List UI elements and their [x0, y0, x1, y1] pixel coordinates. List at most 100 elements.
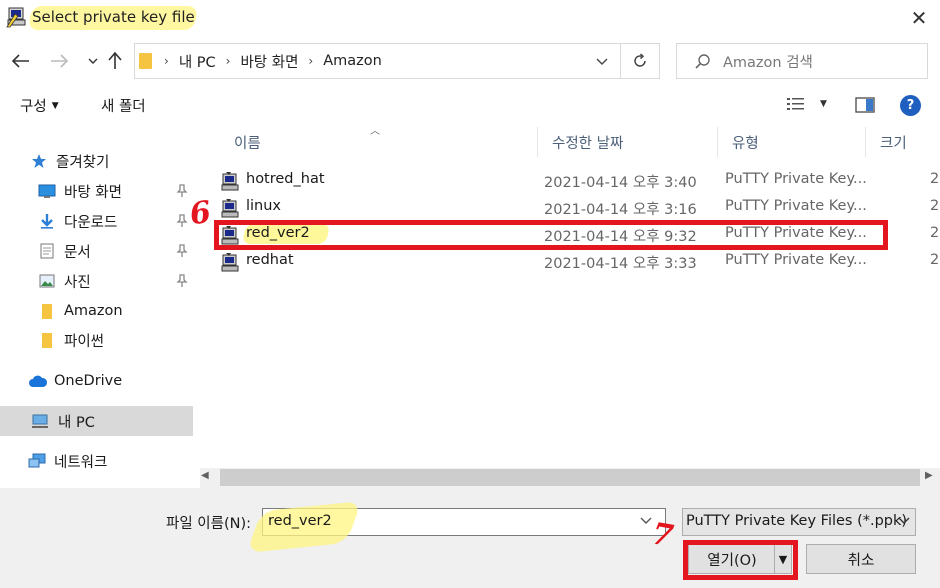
back-button[interactable] [8, 47, 34, 75]
breadcrumb-item[interactable]: Amazon [323, 53, 382, 69]
file-size: 2 [930, 171, 940, 187]
close-button[interactable]: ✕ [904, 4, 934, 32]
sidebar-item-quick-access[interactable]: 즐겨찾기 [0, 146, 193, 176]
file-size: 2 [930, 225, 940, 241]
new-folder-button[interactable]: 새 폴더 [101, 95, 146, 116]
putty-key-file-icon [221, 199, 239, 218]
folder-icon [139, 53, 152, 69]
details-view-icon [787, 98, 804, 110]
annotation-box-open-button [683, 540, 798, 580]
file-type: PuTTY Private Key... [725, 252, 867, 268]
document-icon [38, 243, 56, 259]
organize-menu-button[interactable]: 구성 ▼ [20, 95, 59, 116]
navigation-pane: 즐겨찾기 바탕 화면 다운로드 문서 사진 Amazon 파이썬 OneDriv… [0, 126, 193, 471]
sidebar-item-label: 사진 [64, 274, 91, 291]
pin-icon [176, 184, 188, 197]
up-folder-button[interactable] [102, 47, 128, 75]
sidebar-item-onedrive[interactable]: OneDrive [0, 366, 193, 396]
file-row[interactable]: redhat 2021-04-14 오후 3:33 PuTTY Private … [218, 248, 940, 275]
sidebar-item-label: 내 PC [58, 414, 95, 431]
sidebar-item-pictures[interactable]: 사진 [0, 266, 193, 296]
filename-history-dropdown[interactable] [640, 514, 652, 527]
window-title: Select private key file [32, 8, 195, 26]
network-icon [28, 453, 46, 469]
column-header-name[interactable]: 이름 [220, 127, 538, 157]
sidebar-item-label: 문서 [64, 244, 91, 261]
file-type-filter-dropdown[interactable] [898, 514, 910, 527]
address-bar[interactable]: › 내 PC › 바탕 화면 › Amazon [134, 43, 620, 79]
putty-key-file-icon [221, 172, 239, 191]
putty-key-file-icon [221, 253, 239, 272]
help-button[interactable]: ? [900, 95, 921, 116]
file-size: 2 [930, 252, 940, 268]
sidebar-item-documents[interactable]: 문서 [0, 236, 193, 266]
pin-icon [176, 274, 188, 287]
computer-icon [32, 413, 50, 429]
sidebar-item-downloads[interactable]: 다운로드 [0, 206, 193, 236]
file-row[interactable]: linux 2021-04-14 오후 3:16 PuTTY Private K… [218, 194, 940, 221]
sidebar-item-desktop[interactable]: 바탕 화면 [0, 176, 193, 206]
sidebar-item-label: 바탕 화면 [64, 184, 122, 201]
caret-down-icon: ▼ [51, 100, 59, 111]
star-icon [30, 153, 48, 169]
breadcrumb-item[interactable]: 바탕 화면 [240, 51, 298, 72]
folder-icon [38, 332, 56, 348]
sidebar-item-label: OneDrive [54, 373, 123, 389]
sidebar-item-label: 파이썬 [64, 333, 105, 350]
chevron-down-icon [88, 58, 98, 64]
refresh-button[interactable] [620, 43, 660, 79]
search-input[interactable]: Amazon 검색 [723, 51, 813, 72]
sidebar-item-label: 다운로드 [64, 214, 118, 231]
chevron-down-icon [596, 58, 608, 65]
file-name: hotred_hat [246, 171, 325, 187]
scrollbar-thumb[interactable] [220, 469, 920, 486]
folder-icon [38, 303, 56, 319]
cloud-icon [28, 373, 48, 389]
arrow-left-icon [12, 54, 29, 68]
dialog-footer [0, 488, 940, 588]
file-type: PuTTY Private Key... [725, 171, 867, 187]
column-header-modified[interactable]: 수정한 날짜 [538, 127, 718, 157]
sidebar-item-label: Amazon [64, 303, 123, 319]
column-header-size[interactable]: 크기 [866, 127, 940, 157]
file-row[interactable]: hotred_hat 2021-04-14 오후 3:40 PuTTY Priv… [218, 167, 940, 194]
sidebar-item-python[interactable]: 파이썬 [0, 325, 193, 355]
sidebar-item-amazon[interactable]: Amazon [0, 296, 193, 326]
arrow-right-icon [51, 54, 68, 68]
sidebar-item-network[interactable]: 네트워크 [0, 446, 193, 476]
pin-icon [176, 214, 188, 227]
pin-icon [176, 244, 188, 257]
file-type-filter-value: PuTTY Private Key Files (*.ppk) [686, 513, 908, 529]
refresh-icon [634, 53, 646, 67]
sidebar-item-label: 즐겨찾기 [56, 154, 110, 171]
address-dropdown-button[interactable] [584, 43, 620, 79]
preview-pane-icon [855, 97, 875, 113]
file-modified: 2021-04-14 오후 3:33 [544, 256, 697, 272]
desktop-icon [38, 183, 56, 199]
sidebar-item-this-pc[interactable]: 내 PC [0, 406, 193, 436]
arrow-up-icon [108, 52, 122, 69]
annotation-box-selected-file [214, 220, 888, 250]
file-name: linux [246, 198, 282, 214]
scroll-left-icon[interactable]: ◀ [201, 470, 209, 481]
file-size: 2 [930, 198, 940, 214]
filename-input-value: red_ver2 [268, 513, 332, 529]
cancel-button[interactable]: 취소 [806, 544, 916, 574]
file-modified: 2021-04-14 오후 3:16 [544, 202, 697, 218]
change-view-button[interactable]: ▼ [786, 96, 827, 112]
caret-down-icon: ▼ [820, 99, 827, 109]
chevron-down-icon [898, 517, 910, 524]
forward-button[interactable] [46, 47, 72, 75]
file-name: redhat [246, 252, 294, 268]
filename-label: 파일 이름(N): [166, 516, 252, 532]
column-header-type[interactable]: 유형 [718, 127, 866, 157]
breadcrumb-chevron-icon: › [164, 54, 169, 68]
pictures-icon [38, 273, 56, 289]
breadcrumb-item[interactable]: 내 PC [179, 51, 216, 72]
breadcrumb-chevron-icon: › [225, 54, 231, 68]
preview-pane-button[interactable] [855, 97, 875, 117]
download-icon [38, 213, 56, 229]
search-box[interactable]: Amazon 검색 [676, 43, 928, 79]
scroll-right-icon[interactable]: ▶ [925, 470, 933, 481]
file-type: PuTTY Private Key... [725, 198, 867, 214]
